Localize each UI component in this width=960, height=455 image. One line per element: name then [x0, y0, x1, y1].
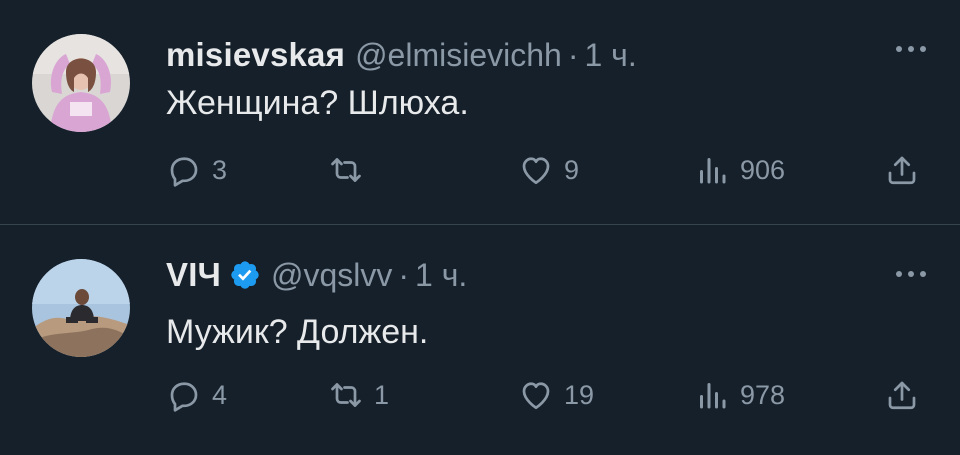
tweet-text: Женщина? Шлюха.	[166, 84, 469, 122]
views-button[interactable]: 978	[694, 375, 785, 415]
author-handle[interactable]: @elmisievichh	[355, 37, 562, 74]
reply-icon	[170, 157, 198, 187]
heart-icon	[522, 382, 550, 410]
more-icon[interactable]	[896, 271, 926, 277]
reply-icon	[170, 382, 198, 412]
timestamp[interactable]: 1 ч.	[415, 257, 467, 294]
reply-count: 3	[212, 154, 228, 185]
separator-dot: ·	[567, 36, 579, 73]
views-button[interactable]: 906	[694, 150, 785, 190]
retweet-button[interactable]	[328, 150, 374, 190]
like-count: 19	[564, 379, 595, 410]
avatar[interactable]	[32, 259, 130, 357]
like-button[interactable]: 19	[518, 375, 594, 415]
tweet-header: VIЧ @vqslvv · 1 ч.	[166, 256, 467, 294]
tweet-header: misievskaя @elmisievichh · 1 ч.	[166, 36, 637, 74]
tweet-actions: 4 1 19 978	[166, 375, 936, 415]
timestamp[interactable]: 1 ч.	[584, 37, 636, 74]
tweet-text: Мужик? Должен.	[166, 313, 429, 351]
views-count: 978	[740, 379, 786, 410]
retweet-count: 1	[374, 379, 390, 410]
tweet[interactable]: misievskaя @elmisievichh · 1 ч. Женщина?…	[0, 0, 960, 224]
reply-button[interactable]: 3	[166, 150, 227, 190]
views-count: 906	[740, 154, 786, 185]
retweet-icon	[331, 383, 361, 407]
author-name[interactable]: misievskaя	[166, 36, 345, 74]
verified-badge-icon	[229, 259, 261, 291]
views-icon	[700, 158, 726, 184]
timeline: misievskaя @elmisievichh · 1 ч. Женщина?…	[0, 0, 960, 455]
retweet-icon	[331, 158, 361, 182]
like-count: 9	[564, 154, 580, 185]
like-button[interactable]: 9	[518, 150, 579, 190]
tweet[interactable]: VIЧ @vqslvv · 1 ч. Мужик? Должен. 4 1 19	[0, 225, 960, 455]
share-icon	[888, 156, 916, 185]
author-name[interactable]: VIЧ	[166, 256, 221, 294]
tweet-actions: 3 9 906	[166, 150, 936, 190]
views-icon	[700, 383, 726, 409]
reply-count: 4	[212, 379, 228, 410]
separator-dot: ·	[398, 256, 410, 293]
avatar[interactable]	[32, 34, 130, 132]
more-icon[interactable]	[896, 46, 926, 52]
reply-button[interactable]: 4	[166, 375, 227, 415]
heart-icon	[522, 157, 550, 185]
share-button[interactable]	[884, 150, 920, 190]
retweet-button[interactable]: 1	[328, 375, 389, 415]
share-button[interactable]	[884, 375, 920, 415]
author-handle[interactable]: @vqslvv	[271, 257, 392, 294]
share-icon	[888, 381, 916, 410]
